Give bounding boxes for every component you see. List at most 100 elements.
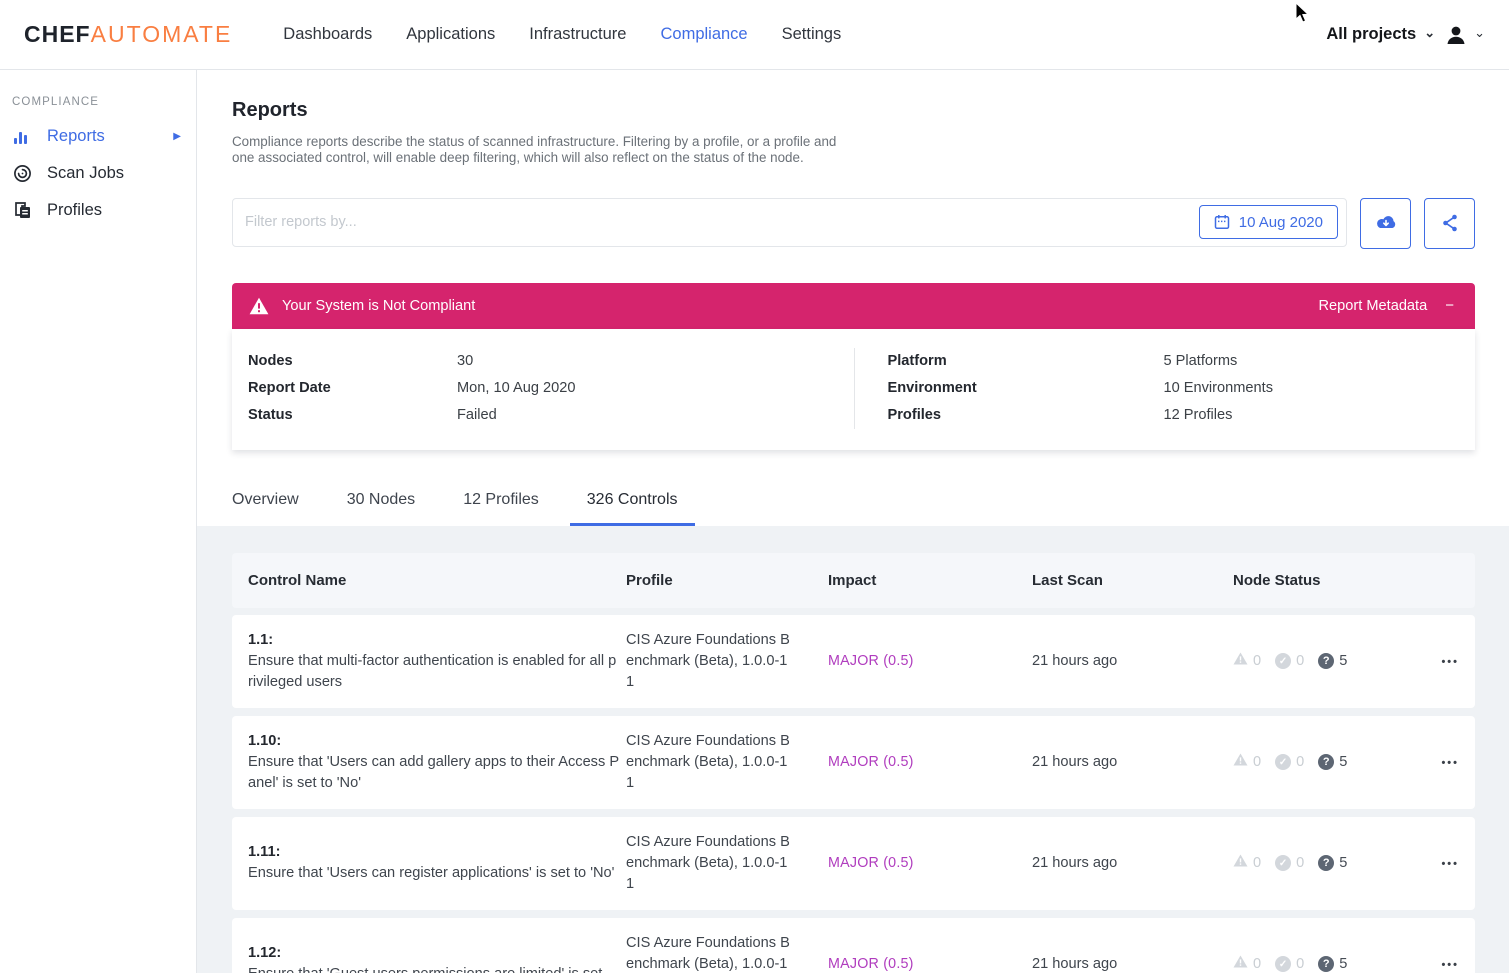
filter-reports-input[interactable] — [233, 214, 1199, 230]
expand-right-icon[interactable]: ▶ — [173, 131, 181, 142]
warning-triangle-icon — [1233, 854, 1248, 872]
profile-cell: CIS Azure Foundations Benchmark (Beta), … — [626, 630, 794, 693]
table-header-row: Control Name Profile Impact Last Scan No… — [232, 553, 1475, 608]
failed-count: 0 — [1253, 653, 1261, 669]
more-menu-icon[interactable]: ••• — [1441, 757, 1459, 769]
node-status-cell: 0 ✓ 0 ? 5 — [1233, 652, 1437, 670]
date-picker-button[interactable]: 10 Aug 2020 — [1199, 205, 1338, 239]
nav-item-applications[interactable]: Applications — [389, 1, 512, 68]
report-tabs: Overview 30 Nodes 12 Profiles 326 Contro… — [232, 491, 1475, 526]
control-id: 1.1: — [248, 630, 626, 651]
failed-nodes: 0 — [1233, 753, 1261, 771]
table-row[interactable]: 1.11: Ensure that 'Users can register ap… — [232, 817, 1475, 910]
control-description: Ensure that 'Users can add gallery apps … — [248, 752, 620, 794]
cloud-download-icon — [1373, 213, 1399, 233]
warning-triangle-icon — [1233, 652, 1248, 670]
tab-overview[interactable]: Overview — [232, 491, 316, 526]
tab-nodes[interactable]: 30 Nodes — [330, 491, 433, 526]
metadata-label: Report Date — [248, 375, 457, 402]
failed-nodes: 0 — [1233, 955, 1261, 973]
date-picker-value: 10 Aug 2020 — [1239, 214, 1323, 231]
logo-automate-text: AUTOMATE — [91, 21, 233, 48]
chevron-down-icon: ⌄ — [1474, 26, 1485, 39]
table-row[interactable]: 1.1: Ensure that multi-factor authentica… — [232, 615, 1475, 708]
warning-triangle-icon — [249, 297, 269, 315]
passed-count: 0 — [1296, 754, 1304, 770]
passed-count: 0 — [1296, 956, 1304, 972]
passed-nodes: ✓ 0 — [1275, 956, 1304, 972]
question-circle-icon: ? — [1318, 754, 1334, 770]
table-row[interactable]: 1.10: Ensure that 'Users can add gallery… — [232, 716, 1475, 809]
skipped-count: 5 — [1339, 754, 1347, 770]
control-id: 1.10: — [248, 731, 626, 752]
sidebar-item-profiles[interactable]: Profiles — [0, 192, 196, 229]
metadata-row-status: Status Failed — [248, 402, 854, 429]
metadata-value: Mon, 10 Aug 2020 — [457, 375, 575, 402]
tab-profiles[interactable]: 12 Profiles — [446, 491, 556, 526]
chef-automate-logo[interactable]: CHEFAUTOMATE — [24, 21, 232, 48]
compliance-sidebar: COMPLIANCE Reports ▶ Scan Jobs Profiles — [0, 70, 197, 973]
nav-item-settings[interactable]: Settings — [765, 1, 859, 68]
nav-item-compliance[interactable]: Compliance — [643, 1, 764, 68]
logo-chef-text: CHEF — [24, 21, 91, 48]
metadata-value: 12 Profiles — [1164, 402, 1233, 429]
control-id: 1.12: — [248, 943, 626, 964]
metadata-row-platform: Platform 5 Platforms — [888, 348, 1476, 375]
controls-table-section: Control Name Profile Impact Last Scan No… — [197, 526, 1509, 973]
check-circle-icon: ✓ — [1275, 855, 1291, 871]
page-title: Reports — [232, 99, 1475, 122]
warning-triangle-icon — [1233, 753, 1248, 771]
metadata-row-nodes: Nodes 30 — [248, 348, 854, 375]
question-circle-icon: ? — [1318, 855, 1334, 871]
banner-message: Your System is Not Compliant — [282, 298, 475, 314]
check-circle-icon: ✓ — [1275, 653, 1291, 669]
sidebar-item-label: Reports — [47, 127, 105, 146]
report-metadata-toggle-label[interactable]: Report Metadata — [1319, 298, 1428, 314]
skipped-nodes: ? 5 — [1318, 855, 1347, 871]
sidebar-item-reports[interactable]: Reports ▶ — [0, 118, 196, 155]
more-menu-icon[interactable]: ••• — [1441, 959, 1459, 971]
download-report-button[interactable] — [1360, 198, 1411, 249]
share-report-button[interactable] — [1424, 198, 1475, 249]
profile-cell: CIS Azure Foundations Benchmark (Beta), … — [626, 731, 794, 794]
skipped-nodes: ? 5 — [1318, 956, 1347, 972]
calendar-icon — [1214, 214, 1230, 230]
control-id: 1.11: — [248, 842, 626, 863]
collapse-minus-icon[interactable]: − — [1445, 297, 1454, 314]
more-menu-icon[interactable]: ••• — [1441, 656, 1459, 668]
table-row[interactable]: 1.12: Ensure that 'Guest users permissio… — [232, 918, 1475, 973]
check-circle-icon: ✓ — [1275, 956, 1291, 972]
tab-controls[interactable]: 326 Controls — [570, 491, 695, 526]
impact-cell: MAJOR (0.5) — [828, 855, 1032, 871]
metadata-label: Platform — [888, 348, 1164, 375]
sidebar-item-scan-jobs[interactable]: Scan Jobs — [0, 155, 196, 192]
user-menu[interactable]: ⌄ — [1444, 23, 1485, 47]
last-scan-cell: 21 hours ago — [1032, 653, 1233, 669]
filter-bar: 10 Aug 2020 — [232, 198, 1475, 249]
compliance-status-banner: Your System is Not Compliant Report Meta… — [232, 283, 1475, 329]
control-description: Ensure that 'Users can register applicat… — [248, 863, 620, 884]
top-navigation: CHEFAUTOMATE Dashboards Applications Inf… — [0, 0, 1509, 70]
failed-count: 0 — [1253, 956, 1261, 972]
nav-item-dashboards[interactable]: Dashboards — [266, 1, 389, 68]
metadata-value: 30 — [457, 348, 473, 375]
projects-filter-dropdown[interactable]: All projects ⌄ — [1326, 25, 1435, 44]
skipped-nodes: ? 5 — [1318, 754, 1347, 770]
node-status-cell: 0 ✓ 0 ? 5 — [1233, 955, 1437, 973]
control-description: Ensure that 'Guest users permissions are… — [248, 964, 620, 973]
profiles-document-icon — [12, 202, 32, 219]
sidebar-item-label: Scan Jobs — [47, 164, 124, 183]
chevron-down-icon: ⌄ — [1424, 26, 1435, 39]
control-name-cell: 1.10: Ensure that 'Users can add gallery… — [248, 731, 626, 794]
column-header-control-name: Control Name — [248, 572, 626, 589]
metadata-label: Status — [248, 402, 457, 429]
node-status-cell: 0 ✓ 0 ? 5 — [1233, 753, 1437, 771]
top-nav-menu: Dashboards Applications Infrastructure C… — [266, 1, 858, 68]
control-name-cell: 1.12: Ensure that 'Guest users permissio… — [248, 943, 626, 973]
more-menu-icon[interactable]: ••• — [1441, 858, 1459, 870]
passed-nodes: ✓ 0 — [1275, 653, 1304, 669]
nav-item-infrastructure[interactable]: Infrastructure — [512, 1, 643, 68]
metadata-row-profiles: Profiles 12 Profiles — [888, 402, 1476, 429]
warning-triangle-icon — [1233, 955, 1248, 973]
column-header-last-scan: Last Scan — [1032, 572, 1233, 589]
